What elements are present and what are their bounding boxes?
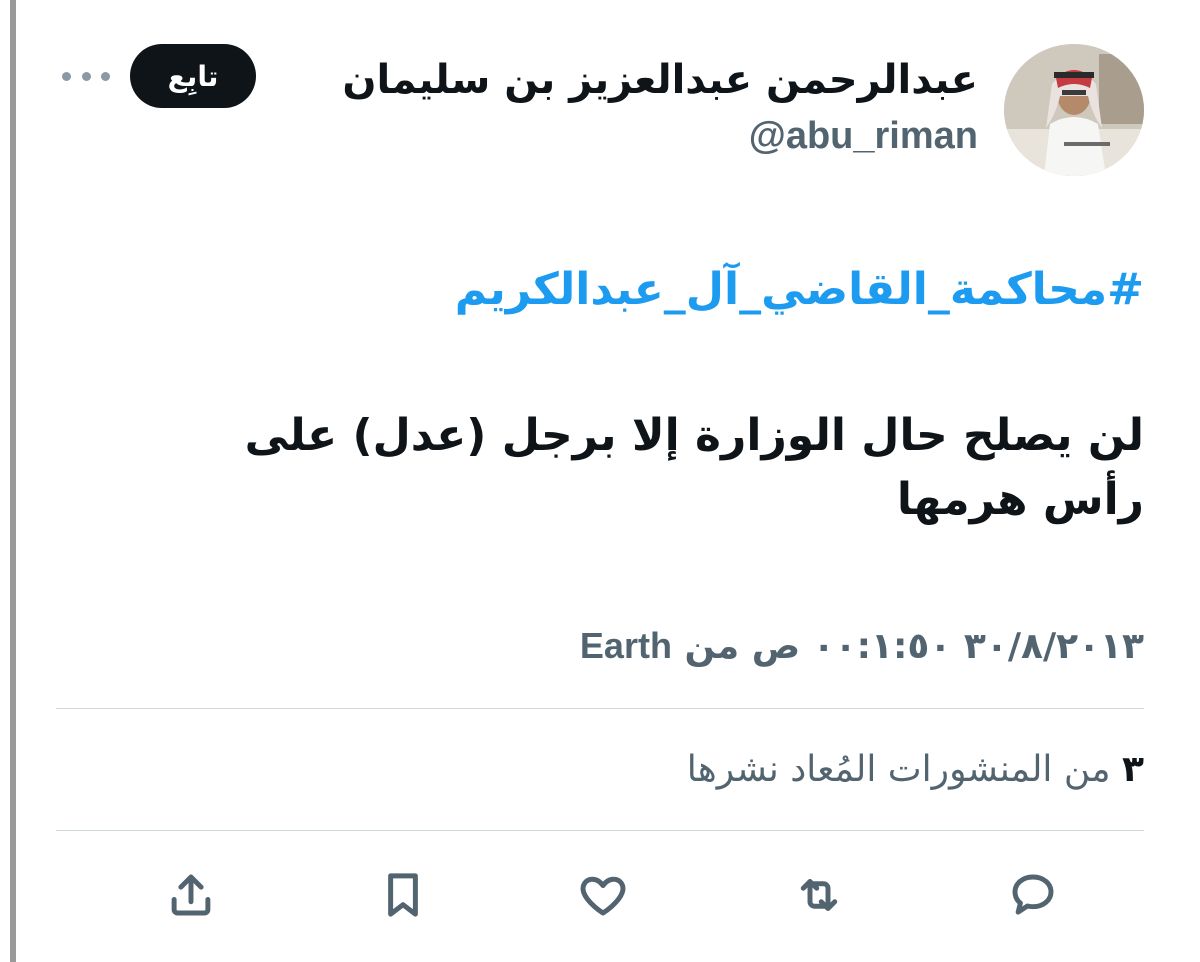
retweet-count: ٣: [1122, 749, 1144, 790]
author-display-name[interactable]: عبدالرحمن عبدالعزيز بن سليمان: [342, 54, 978, 106]
tweet-meta: ٣٠/٨/٢٠١٣ ٠٠:١:٥٠ ص من Earth: [580, 618, 1144, 675]
screenshot-frame: عبدالرحمن عبدالعزيز بن سليمان @abu_riman…: [0, 0, 1200, 962]
retweet-icon[interactable]: [784, 860, 854, 930]
share-icon[interactable]: [156, 860, 226, 930]
divider: [56, 708, 1144, 709]
tweet-text: لن يصلح حال الوزارة إلا برجل (عدل) على ر…: [244, 410, 1144, 525]
more-dot: [101, 71, 110, 81]
retweet-stats[interactable]: ٣ من المنشورات المُعاد نشرها: [687, 742, 1144, 798]
author-names: عبدالرحمن عبدالعزيز بن سليمان @abu_riman: [342, 54, 978, 162]
heart-icon[interactable]: [568, 860, 638, 930]
more-dot: [62, 71, 71, 81]
reply-icon[interactable]: [998, 860, 1068, 930]
follow-button[interactable]: تابِع: [130, 44, 256, 108]
action-bar: [56, 860, 1144, 930]
tweet-datetime[interactable]: ٣٠/٨/٢٠١٣ ٠٠:١:٥٠ ص: [752, 626, 1144, 667]
tweet-header: عبدالرحمن عبدالعزيز بن سليمان @abu_riman…: [56, 40, 1144, 180]
bookmark-icon[interactable]: [368, 860, 438, 930]
tweet-source: Earth: [579, 625, 672, 666]
author-handle[interactable]: @abu_riman: [342, 110, 978, 162]
avatar[interactable]: [1004, 44, 1144, 176]
source-prefix: من: [684, 626, 740, 667]
divider: [56, 830, 1144, 831]
retweet-label: من المنشورات المُعاد نشرها: [686, 749, 1111, 790]
more-options-icon[interactable]: [62, 60, 110, 92]
more-dot: [81, 71, 91, 81]
left-scroll-edge: [10, 0, 16, 962]
avatar-photo: [1004, 44, 1144, 176]
hashtag-link[interactable]: #محاكمة_القاضي_آل_عبدالكريم: [455, 258, 1144, 322]
tweet-card: عبدالرحمن عبدالعزيز بن سليمان @abu_riman…: [56, 0, 1144, 962]
